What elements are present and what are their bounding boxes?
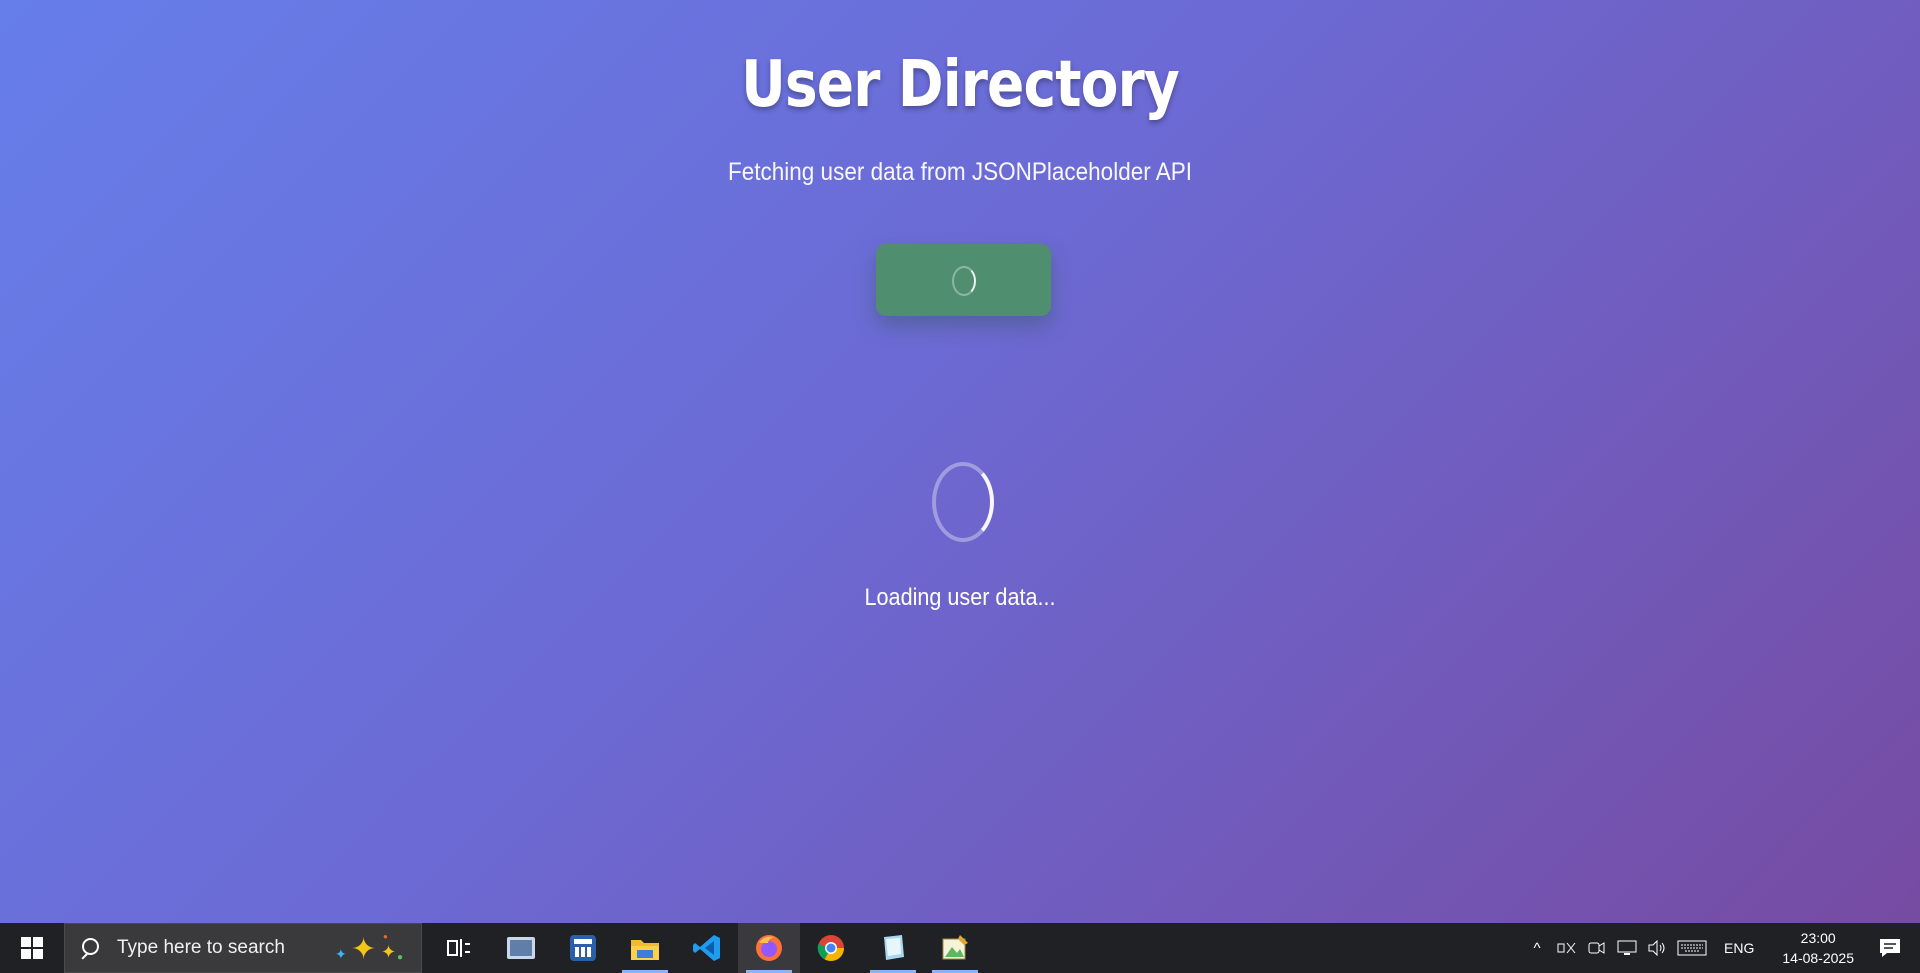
language-indicator[interactable]: ENG — [1724, 940, 1754, 956]
firefox-button[interactable] — [738, 923, 800, 973]
page-title: User Directory — [741, 48, 1180, 122]
loading-text: Loading user data... — [864, 584, 1056, 611]
notebook-app-icon — [884, 935, 904, 960]
taskbar-apps — [428, 923, 986, 973]
volume-icon[interactable] — [1642, 923, 1672, 973]
button-spinner-icon — [952, 266, 976, 296]
fetch-users-button[interactable] — [876, 244, 1051, 316]
vscode-button[interactable] — [676, 923, 738, 973]
clock[interactable]: 23:00 14-08-2025 — [1782, 928, 1854, 968]
window-app-icon — [507, 937, 535, 959]
clock-date: 14-08-2025 — [1782, 950, 1854, 966]
file-explorer-icon — [631, 940, 659, 960]
start-button[interactable] — [0, 923, 64, 973]
display-icon[interactable] — [1612, 923, 1642, 973]
image-editor-icon — [942, 935, 968, 960]
chrome-icon — [817, 935, 845, 962]
chevron-up-icon[interactable]: ^ — [1522, 923, 1552, 973]
window-app-button[interactable] — [490, 923, 552, 973]
task-view-icon — [447, 939, 470, 957]
page-subtitle: Fetching user data from JSONPlaceholder … — [728, 158, 1192, 186]
notebook-app-button[interactable] — [862, 923, 924, 973]
chrome-button[interactable] — [800, 923, 862, 973]
notification-icon[interactable] — [1870, 923, 1910, 973]
taskbar-search[interactable]: Type here to search ✦ ✦ ✦ ● ● — [64, 923, 422, 973]
windows-logo-icon — [21, 937, 43, 959]
search-icon — [79, 938, 99, 958]
calculator-app-button[interactable] — [552, 923, 614, 973]
keyboard-icon[interactable] — [1672, 923, 1712, 973]
loading-spinner-icon — [932, 462, 994, 542]
calculator-app-icon — [570, 935, 596, 961]
copilot-sparkle-icon[interactable]: ✦ ✦ ✦ ● ● — [333, 928, 413, 968]
firefox-icon — [756, 935, 782, 961]
taskbar: Type here to search ✦ ✦ ✦ ● ● ^ ENG 23:0… — [0, 923, 1920, 973]
network-icon[interactable] — [1552, 923, 1582, 973]
system-tray: ^ ENG 23:00 14-08-2025 — [1522, 923, 1920, 973]
app-page: User Directory Fetching user data from J… — [0, 0, 1920, 923]
image-editor-button[interactable] — [924, 923, 986, 973]
vscode-icon — [693, 935, 720, 961]
task-view-button[interactable] — [428, 923, 490, 973]
file-explorer-button[interactable] — [614, 923, 676, 973]
meet-icon[interactable] — [1582, 923, 1612, 973]
clock-time: 23:00 — [1800, 930, 1836, 946]
search-placeholder: Type here to search — [117, 937, 285, 958]
